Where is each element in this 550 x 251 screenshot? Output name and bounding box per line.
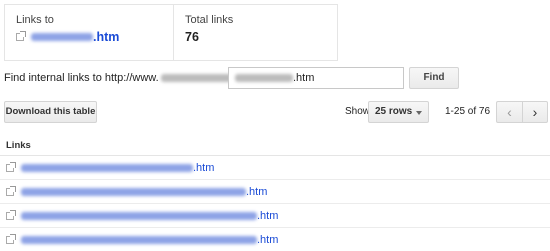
link-suffix: .htm	[257, 209, 279, 222]
external-link-icon[interactable]	[6, 185, 16, 196]
chevron-left-icon: ‹	[507, 104, 512, 120]
caret-down-icon	[416, 111, 422, 115]
link-url[interactable]: .htm	[21, 234, 278, 246]
table-row: .htm	[0, 156, 550, 180]
link-url[interactable]: .htm	[21, 210, 278, 222]
show-label: Show	[345, 106, 371, 117]
redacted-url	[21, 163, 193, 172]
links-to-label: Links to	[16, 14, 54, 26]
external-link-icon[interactable]	[6, 161, 16, 172]
redacted-url	[21, 235, 257, 244]
summary-panel: Links to .htm Total links 76	[4, 4, 338, 61]
find-label-prefix: Find internal links to http://www.	[4, 72, 159, 84]
rows-per-page-select[interactable]: 25 rows	[368, 101, 429, 123]
download-table-button[interactable]: Download this table	[4, 101, 97, 123]
external-link-icon[interactable]	[16, 31, 26, 41]
table-row: .htm	[0, 180, 550, 204]
next-page-button[interactable]: ›	[522, 101, 548, 123]
total-links-value: 76	[185, 30, 199, 44]
find-input-suffix: .htm	[293, 72, 315, 84]
chevron-right-icon: ›	[532, 104, 538, 120]
redacted-url	[31, 33, 93, 41]
link-url[interactable]: .htm	[21, 162, 214, 174]
link-suffix: .htm	[246, 185, 268, 198]
rows-per-page-value: 25 rows	[375, 106, 413, 117]
target-page-suffix: .htm	[93, 30, 120, 44]
table-toolbar: Download this table Show 25 rows 1-25 of…	[0, 101, 550, 123]
table-row: .htm	[0, 228, 550, 251]
links-to-cell: Links to .htm	[5, 5, 174, 60]
table-row: .htm	[0, 204, 550, 228]
external-link-icon[interactable]	[6, 209, 16, 220]
find-links-form: Find internal links to http://www. .htm …	[4, 67, 459, 89]
links-table: Links .htm .htm .htm .htm	[0, 136, 550, 251]
find-url-input[interactable]: .htm	[228, 67, 404, 89]
link-suffix: .htm	[193, 161, 215, 174]
previous-page-button[interactable]: ‹	[496, 101, 522, 123]
redacted-path	[235, 74, 293, 82]
total-links-cell: Total links 76	[174, 5, 244, 60]
table-header-links: Links	[0, 136, 550, 156]
link-url[interactable]: .htm	[21, 186, 267, 198]
external-link-icon[interactable]	[6, 233, 16, 244]
redacted-url	[21, 211, 257, 220]
link-suffix: .htm	[257, 233, 279, 246]
find-button[interactable]: Find	[409, 67, 459, 89]
find-links-label: Find internal links to http://www.	[4, 72, 243, 84]
target-page-link[interactable]: .htm	[16, 30, 162, 44]
page-range: 1-25 of 76	[445, 106, 491, 117]
total-links-label: Total links	[185, 14, 234, 26]
redacted-url	[21, 187, 246, 196]
